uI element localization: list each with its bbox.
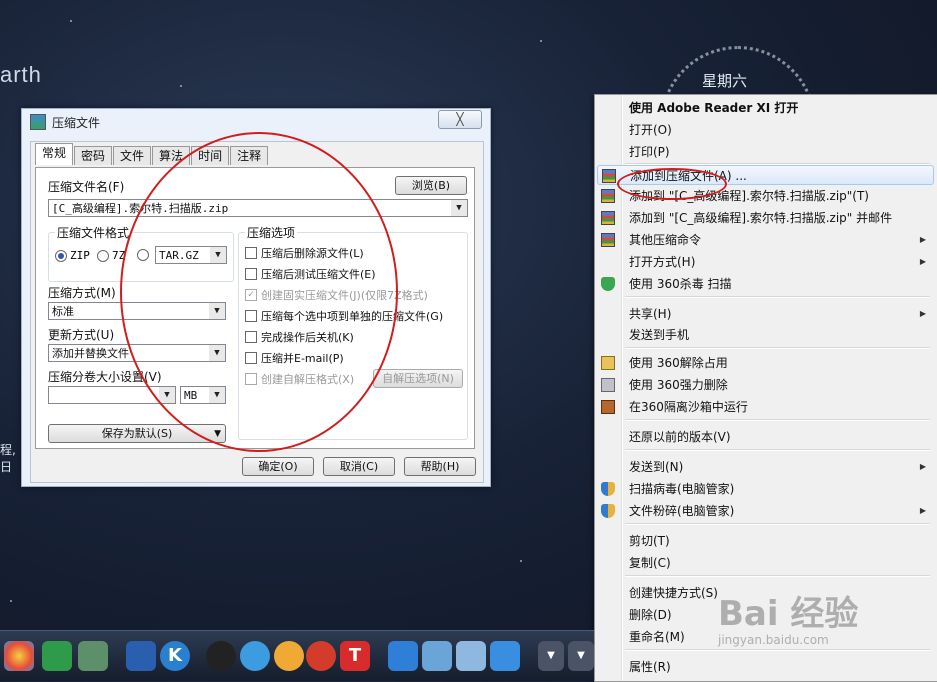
- star-decoration: [180, 85, 182, 87]
- menu-separator: [625, 449, 930, 451]
- format-radio-zip[interactable]: ZIP: [55, 249, 90, 262]
- menu-separator: [625, 347, 930, 349]
- winrar-icon: [601, 189, 615, 203]
- menu-item-send-to[interactable]: 发送到(N) ▶: [597, 457, 934, 477]
- menu-separator: [625, 649, 930, 651]
- menu-item-open[interactable]: 打开(O): [597, 120, 934, 140]
- menu-item-360-delete[interactable]: 使用 360强力删除: [597, 375, 934, 395]
- submenu-arrow-icon: ▶: [919, 235, 926, 244]
- close-button[interactable]: ╳: [438, 110, 482, 129]
- chevron-down-icon[interactable]: ▼: [538, 641, 564, 671]
- menu-item-cut[interactable]: 剪切(T): [597, 531, 934, 551]
- menu-separator: [625, 575, 930, 577]
- photo-icon[interactable]: [456, 641, 486, 671]
- menu-item-guard-shred[interactable]: 文件粉碎(电脑管家) ▶: [597, 501, 934, 521]
- weibo-icon[interactable]: [306, 641, 336, 671]
- tab-password[interactable]: 密码: [74, 146, 113, 165]
- tab-files[interactable]: 文件: [113, 146, 152, 165]
- star-decoration: [70, 20, 72, 22]
- chevron-down-icon[interactable]: ▼: [451, 200, 467, 216]
- submenu-arrow-icon: ▶: [919, 257, 926, 266]
- guard-shield-icon: [601, 504, 615, 518]
- cloud-icon[interactable]: [388, 641, 418, 671]
- qq-icon[interactable]: [206, 641, 236, 671]
- chat-icon[interactable]: [274, 641, 304, 671]
- desktop-wallpaper-text: arth: [0, 62, 42, 87]
- submenu-arrow-icon: ▶: [919, 506, 926, 515]
- menu-item-share[interactable]: 共享(H) ▶: [597, 304, 934, 324]
- dialog-title: 压缩文件: [52, 115, 101, 130]
- sandbox-icon: [601, 400, 615, 414]
- bird-icon[interactable]: [240, 641, 270, 671]
- menu-item-print[interactable]: 打印(P): [597, 142, 934, 162]
- menu-item-360-unlock[interactable]: 使用 360解除占用: [597, 353, 934, 373]
- submenu-arrow-icon: ▶: [919, 462, 926, 471]
- menu-item-properties[interactable]: 属性(R): [597, 657, 934, 677]
- chevron-down-icon[interactable]: ▼: [568, 641, 594, 671]
- guard-shield-icon: [601, 482, 615, 496]
- format-radio-7z[interactable]: 7Z: [97, 249, 125, 262]
- menu-separator: [625, 296, 930, 298]
- winrar-icon: [602, 169, 616, 183]
- taskbar: K T ▼ ▼: [0, 630, 594, 681]
- k-icon[interactable]: K: [160, 641, 190, 671]
- 360-guard-icon[interactable]: [42, 641, 72, 671]
- menu-item-guard-scan[interactable]: 扫描病毒(电脑管家): [597, 479, 934, 499]
- star-decoration: [540, 40, 542, 42]
- ok-button[interactable]: 确定(O): [242, 457, 314, 476]
- browse-button[interactable]: 浏览(B): [395, 176, 467, 195]
- menu-separator: [625, 419, 930, 421]
- method-label: 压缩方式(M): [48, 286, 116, 300]
- format-group-title: 压缩文件格式: [55, 224, 132, 241]
- box-icon[interactable]: [422, 641, 452, 671]
- radio-selected-icon: [55, 249, 67, 262]
- winrar-icon: [601, 233, 615, 247]
- baidu-watermark: Bai 经验: [718, 594, 859, 634]
- annotation-circle-menu: [617, 168, 727, 200]
- pen-icon[interactable]: [490, 641, 520, 671]
- cancel-button[interactable]: 取消(C): [323, 457, 395, 476]
- unlock-icon: [601, 356, 615, 370]
- radio-icon: [97, 249, 109, 262]
- star-decoration: [520, 560, 522, 562]
- clock-widget-weekday: 星期六: [702, 72, 748, 90]
- browser-icon[interactable]: [4, 641, 34, 671]
- menu-item-360-sandbox[interactable]: 在360隔离沙箱中运行: [597, 397, 934, 417]
- menu-item-360-scan[interactable]: 使用 360杀毒 扫描: [597, 274, 934, 294]
- app-grid-icon[interactable]: [126, 641, 156, 671]
- menu-item-open-adobe[interactable]: 使用 Adobe Reader XI 打开: [597, 98, 934, 118]
- star-decoration: [10, 600, 12, 602]
- sfx-options-button[interactable]: 自解压选项(N): [373, 369, 463, 388]
- winrar-icon: [30, 114, 46, 130]
- menu-item-add-to-zip-email[interactable]: 添加到 "[C_高级编程].索尔特.扫描版.zip" 并邮件: [597, 208, 934, 228]
- menu-separator: [625, 523, 930, 525]
- baidu-watermark-url: jingyan.baidu.com: [718, 633, 829, 647]
- shredder-icon: [601, 378, 615, 392]
- tab-general[interactable]: 常规: [35, 143, 74, 165]
- menu-item-copy[interactable]: 复制(C): [597, 553, 934, 573]
- winrar-icon: [601, 211, 615, 225]
- annotation-circle: [120, 132, 398, 452]
- submenu-arrow-icon: ▶: [919, 309, 926, 318]
- menu-item-other-compress[interactable]: 其他压缩命令 ▶: [597, 230, 934, 250]
- help-button[interactable]: 帮助(H): [404, 457, 476, 476]
- menu-item-send-to-phone[interactable]: 发送到手机: [597, 325, 934, 345]
- shield-icon: [601, 277, 615, 291]
- t-icon[interactable]: T: [340, 641, 370, 671]
- archive-name-label: 压缩文件名(F): [48, 180, 125, 194]
- menu-item-open-with[interactable]: 打开方式(H) ▶: [597, 252, 934, 272]
- game-icon[interactable]: [78, 641, 108, 671]
- desktop-icon-label[interactable]: 程, 日: [0, 442, 16, 476]
- menu-item-restore-versions[interactable]: 还原以前的版本(V): [597, 427, 934, 447]
- update-label: 更新方式(U): [48, 328, 115, 342]
